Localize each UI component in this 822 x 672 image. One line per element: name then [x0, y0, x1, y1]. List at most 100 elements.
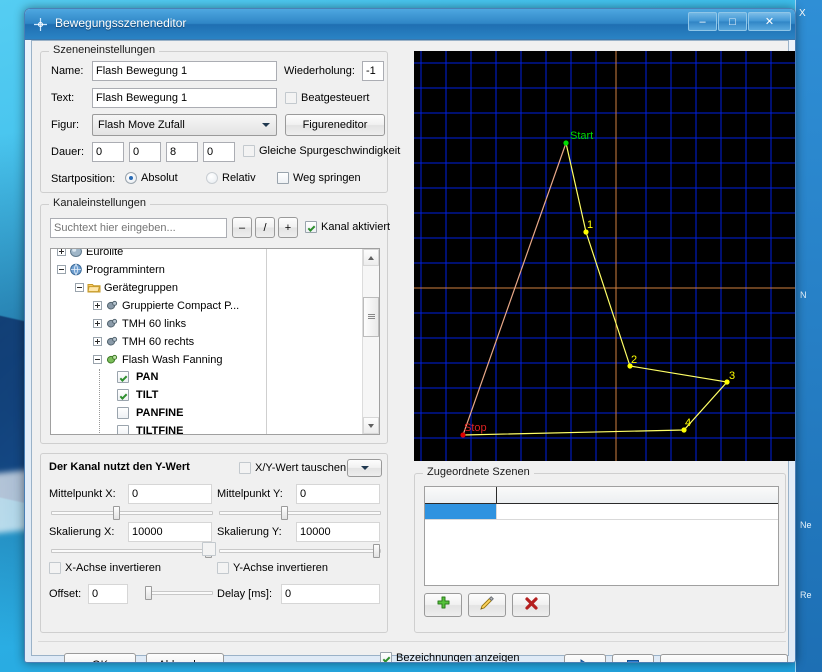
edit-scene-button[interactable] [468, 593, 506, 617]
expander-plus-icon[interactable] [93, 319, 102, 328]
startposition-absolute-radio[interactable]: Absolut [125, 172, 178, 184]
scene-settings-group: Szeneneinstellungen Name: Text: Figur: F… [40, 44, 400, 193]
search-input[interactable] [50, 218, 227, 238]
invert-x-checkbox[interactable]: X-Achse invertieren [49, 562, 161, 574]
figure-editor-button[interactable]: Figureneditor [285, 114, 385, 136]
slider-thumb[interactable] [281, 506, 288, 520]
duration-input-1[interactable] [129, 142, 161, 162]
duration-input-3[interactable] [203, 142, 235, 162]
tree-node-tmh60-rechts[interactable]: TMH 60 rechts [93, 335, 194, 348]
cancel-button[interactable]: Abbrechen [146, 653, 224, 662]
cancel-button-label: Abbrechen [158, 659, 211, 662]
midpoint-y-slider[interactable] [219, 506, 381, 520]
show-labels-checkbox[interactable]: Bezeichnungen anzeigen [380, 652, 520, 663]
channel-active-label: Kanal aktiviert [321, 221, 391, 233]
maximize-button[interactable]: □ [718, 12, 747, 31]
startposition-relative-radio[interactable]: Relativ [206, 172, 256, 184]
jump-path-checkbox[interactable]: Weg springen [277, 172, 361, 184]
header-column-separator[interactable] [496, 487, 497, 503]
figure-combobox[interactable]: Flash Move Zufall [92, 114, 277, 136]
tree-node-tilt[interactable]: TILT [117, 389, 158, 401]
scrollbar-thumb[interactable] [363, 297, 379, 337]
channel-checkbox-tiltfine[interactable] [117, 425, 129, 434]
scale-x-label: Skalierung X: [49, 526, 115, 538]
same-track-speed-checkbox[interactable]: Gleiche Spurgeschwindigkeit [243, 145, 400, 157]
delete-scene-button[interactable] [512, 593, 550, 617]
tree-node-tmh60-links[interactable]: TMH 60 links [93, 317, 186, 330]
name-input[interactable] [92, 61, 277, 81]
tree-node-programmintern[interactable]: Programmintern [57, 263, 165, 276]
tree-node-tiltfine[interactable]: TILTFINE [117, 425, 183, 434]
close-button[interactable]: ✕ [748, 12, 791, 31]
expander-plus-icon[interactable] [93, 301, 102, 310]
list-header[interactable] [425, 487, 778, 504]
channel-checkbox-tilt[interactable] [117, 389, 129, 401]
label-point-2: 2 [631, 354, 637, 366]
invert-y-checkbox[interactable]: Y-Achse invertieren [217, 562, 328, 574]
channel-active-checkbox[interactable]: Kanal aktiviert [305, 221, 390, 233]
beat-controlled-box [285, 92, 297, 104]
swap-xy-checkbox[interactable]: X/Y-Wert tauschen [239, 462, 346, 474]
duration-input-2[interactable] [166, 142, 198, 162]
chevron-down-icon [257, 116, 275, 134]
scroll-down-button[interactable] [363, 417, 379, 434]
tree-scrollbar[interactable] [362, 249, 379, 434]
background-window[interactable]: X N Ne Re [795, 0, 822, 672]
offset-slider[interactable] [145, 586, 213, 600]
show-labels-label: Bezeichnungen anzeigen [396, 652, 520, 663]
delay-input[interactable] [281, 584, 380, 604]
title-bar[interactable]: Bewegungsszeneneditor – □ ✕ [25, 9, 795, 40]
tree-node-label: PANFINE [136, 407, 184, 419]
tree-node-flash-wash-fanning[interactable]: Flash Wash Fanning [93, 353, 222, 366]
link-scale-checkbox[interactable] [202, 542, 216, 556]
assigned-scenes-list[interactable] [424, 486, 779, 586]
expander-plus-icon[interactable] [57, 249, 66, 256]
row-cell-0[interactable] [425, 504, 496, 519]
channel-params-dropdown-button[interactable] [347, 459, 382, 477]
toggle-button[interactable]: / [255, 217, 275, 238]
duration-input-0[interactable] [92, 142, 124, 162]
expander-minus-icon[interactable] [93, 355, 102, 364]
channel-tree[interactable]: Eurolite Programmintern Gerätegruppen Gr… [50, 248, 380, 435]
tree-node-geraetegruppen[interactable]: Gerätegruppen [75, 281, 178, 294]
slider-thumb[interactable] [113, 506, 120, 520]
stop-button[interactable] [612, 654, 654, 662]
scale-x-slider[interactable] [51, 544, 213, 558]
minimize-button[interactable]: – [688, 12, 717, 31]
midpoint-y-input[interactable] [296, 484, 380, 504]
expander-minus-icon[interactable] [57, 265, 66, 274]
offset-label: Offset: [49, 588, 82, 600]
expand-button[interactable]: + [278, 217, 298, 238]
scale-y-slider[interactable] [219, 544, 381, 558]
channel-checkbox-pan[interactable] [117, 371, 129, 383]
offset-input[interactable] [88, 584, 128, 604]
text-input[interactable] [92, 88, 277, 108]
tree-node-panfine[interactable]: PANFINE [117, 407, 183, 419]
channel-settings-legend: Kanaleinstellungen [49, 197, 150, 209]
stop-icon [625, 658, 641, 662]
slider-thumb[interactable] [373, 544, 380, 558]
scale-x-input[interactable] [128, 522, 212, 542]
tree-node-pan[interactable]: PAN [117, 371, 158, 383]
midpoint-x-slider[interactable] [51, 506, 213, 520]
scroll-up-button[interactable] [363, 249, 379, 266]
redraw-view-button[interactable]: Ansicht neuzeichnen [660, 654, 788, 662]
add-scene-button[interactable] [424, 593, 462, 617]
invert-x-box [49, 562, 61, 574]
motion-scene-editor-window: Bewegungsszeneneditor – □ ✕ Szeneneinste… [24, 8, 796, 663]
expander-minus-icon[interactable] [75, 283, 84, 292]
ok-button[interactable]: OK [64, 653, 136, 662]
expander-plus-icon[interactable] [93, 337, 102, 346]
table-row[interactable] [425, 504, 778, 520]
repeat-input[interactable] [362, 61, 384, 81]
background-window-title: X [799, 8, 806, 19]
tree-node-gruppierte-compact[interactable]: Gruppierte Compact P... [93, 299, 239, 312]
slider-thumb[interactable] [145, 586, 152, 600]
play-button[interactable] [564, 654, 606, 662]
beat-controlled-checkbox[interactable]: Beatgesteuert [285, 92, 370, 104]
scale-y-input[interactable] [296, 522, 380, 542]
tree-node-eurolite[interactable]: Eurolite [57, 249, 123, 258]
channel-checkbox-panfine[interactable] [117, 407, 129, 419]
midpoint-x-input[interactable] [128, 484, 212, 504]
motion-preview-graph[interactable]: Start 1 2 3 4 Stop [414, 51, 795, 461]
